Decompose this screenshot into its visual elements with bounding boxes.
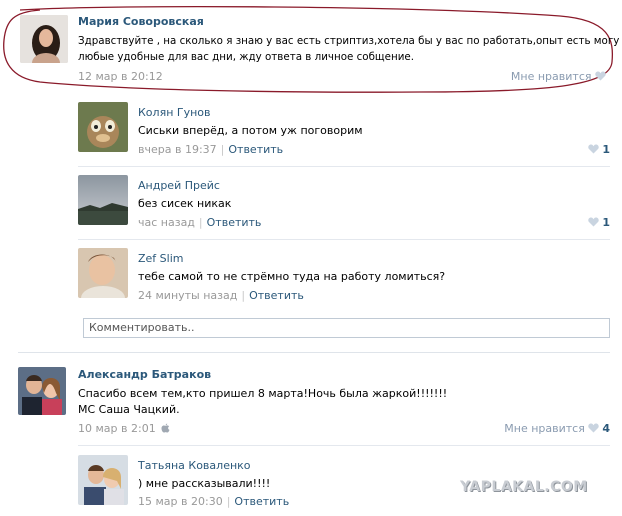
post-like-button[interactable]: Мне нравится 4 [480,422,610,435]
post-text: МС Саша Чацкий. [78,403,180,416]
avatar[interactable] [78,102,128,152]
reply-author[interactable]: Колян Гунов [138,106,211,119]
reply-like-button[interactable]: 1 [560,216,610,229]
avatar[interactable] [78,455,128,505]
avatar[interactable] [78,248,128,298]
post-like-button[interactable]: Мне нравится [504,70,606,83]
heart-icon [588,423,600,433]
divider [78,445,610,446]
reply-meta: 15 мар в 20:30 | Ответить [138,495,289,508]
post-time[interactable]: 12 мар в 20:12 [78,70,163,83]
like-count: 4 [602,422,610,435]
reply-text: Сиськи вперёд, а потом уж поговорим [138,124,363,137]
post-text: Здравствуйте , на сколько я знаю у вас е… [78,35,622,47]
apple-icon [161,423,170,433]
reply-button[interactable]: Ответить [234,495,289,508]
post-meta: 10 мар в 2:01 [78,422,170,435]
reply-author[interactable]: Zef Slim [138,252,183,265]
like-count: 1 [602,216,610,229]
like-label: Мне нравится [504,422,585,435]
heart-icon [595,71,606,81]
reply-text: тебе самой то не стрёмно туда на работу … [138,270,446,283]
separator: | [241,289,246,302]
watermark: YAPLAKAL.COM [460,479,588,495]
separator: | [226,495,231,508]
divider [78,239,610,240]
divider [18,352,610,353]
post-text: Спасибо всем тем,кто пришел 8 марта!Ночь… [78,387,448,400]
reply-author[interactable]: Андрей Прейс [138,179,220,192]
separator: | [220,143,225,156]
like-count: 1 [602,143,610,156]
heart-icon [588,144,600,154]
post-author[interactable]: Александр Батраков [78,368,211,381]
reply-meta: час назад | Ответить [138,216,261,229]
post-text: любые удобные для вас дни, жду ответа в … [78,51,415,63]
like-label: Мне нравится [510,70,592,83]
reply-text: без сисек никак [138,197,232,210]
avatar[interactable] [18,367,66,415]
reply-time[interactable]: 15 мар в 20:30 [138,495,223,508]
reply-time[interactable]: час назад [138,216,195,229]
reply-button[interactable]: Ответить [249,289,304,302]
reply-button[interactable]: Ответить [207,216,262,229]
reply-time[interactable]: вчера в 19:37 [138,143,217,156]
reply-meta: вчера в 19:37 | Ответить [138,143,283,156]
separator: | [198,216,203,229]
post-author[interactable]: Мария Соворовская [78,15,204,28]
heart-icon [588,217,600,227]
comment-input[interactable]: Комментировать.. [83,318,610,338]
reply-meta: 24 минуты назад | Ответить [138,289,304,302]
avatar[interactable] [20,15,68,63]
avatar[interactable] [78,175,128,225]
reply-text: ) мне рассказывали!!!! [138,477,271,490]
reply-button[interactable]: Ответить [228,143,283,156]
post-time[interactable]: 10 мар в 2:01 [78,422,156,435]
reply-like-button[interactable]: 1 [560,143,610,156]
reply-author[interactable]: Татьяна Коваленко [138,459,251,472]
divider [78,166,610,167]
reply-time[interactable]: 24 минуты назад [138,289,237,302]
